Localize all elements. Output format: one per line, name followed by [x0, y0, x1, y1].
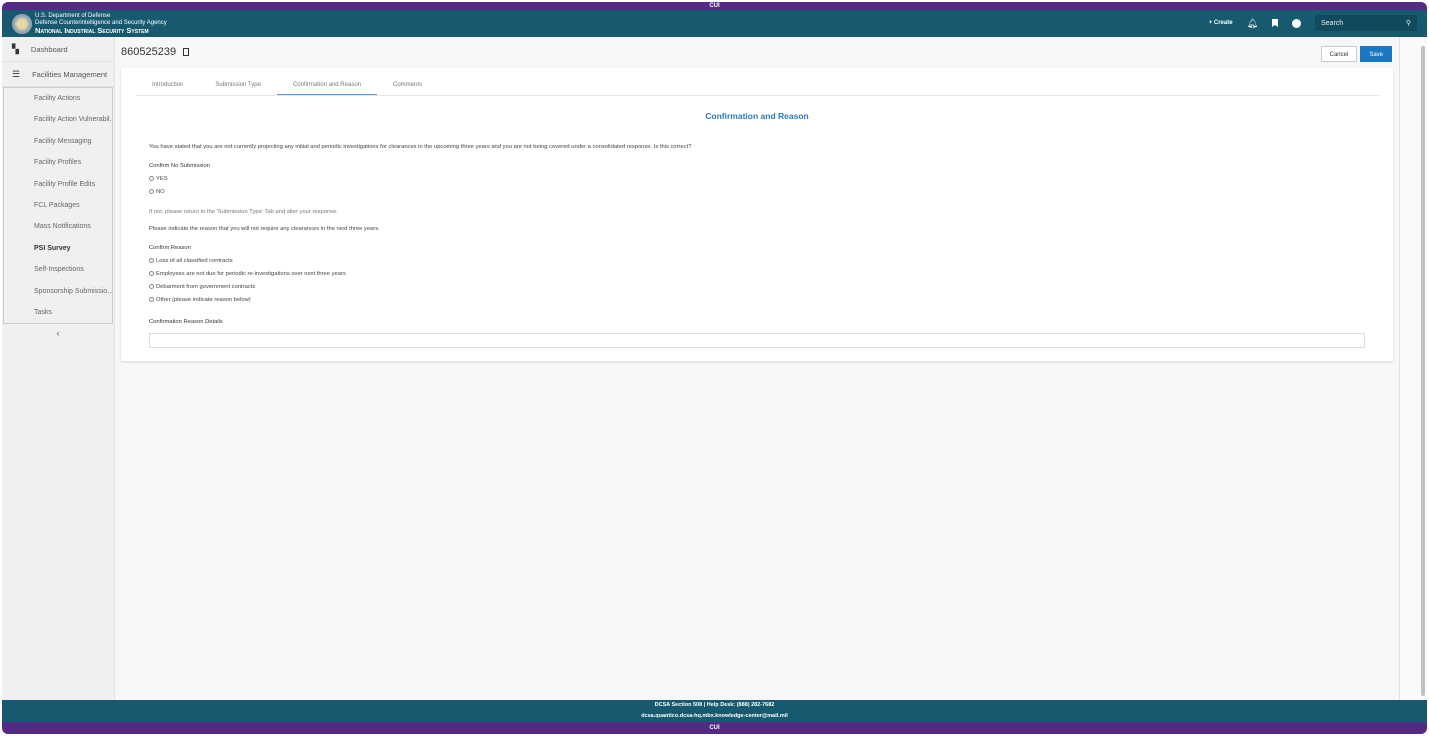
dashboard-icon: ▚ — [12, 43, 19, 54]
radio-circle[interactable] — [149, 271, 154, 276]
cui-banner-bottom: CUI — [2, 722, 1427, 734]
collapse-sidebar-button[interactable]: ‹ — [2, 328, 114, 338]
hint-text: If not, please return to the 'Submission… — [149, 209, 338, 215]
radio-reason-loss[interactable]: Loss of all classified contracts — [149, 258, 233, 264]
bookmark-icon[interactable] — [183, 48, 190, 56]
details-label: Confirmation Reason Details — [149, 319, 223, 325]
record-title: 860525239 — [121, 46, 190, 58]
confirm-label: Confirm No Submission — [149, 163, 210, 169]
radio-reason-debarment[interactable]: Debarment from government contracts — [149, 284, 255, 290]
save-button[interactable]: Save — [1360, 46, 1392, 62]
tab-submission-type[interactable]: Submission Type — [199, 76, 277, 95]
cancel-button[interactable]: Cancel — [1320, 46, 1358, 62]
sidebar-item-dashboard[interactable]: ▚ Dashboard — [2, 37, 114, 62]
sidebar-item-facility-action-vulnerability[interactable]: Facility Action Vulnerabil... — [4, 109, 112, 130]
sidebar-item-facility-profiles[interactable]: Facility Profiles — [4, 152, 112, 173]
sidebar-item-fcl-packages[interactable]: FCL Packages — [4, 195, 112, 216]
search-input[interactable]: Search ⚲ — [1315, 15, 1417, 31]
tab-confirmation-and-reason[interactable]: Confirmation and Reason — [276, 76, 377, 95]
bookmark-icon[interactable] — [1272, 19, 1278, 27]
tab-bar: Introduction Submission Type Confirmatio… — [136, 76, 1379, 96]
sidebar-submenu: Facility Actions Facility Action Vulnera… — [3, 87, 113, 325]
sidebar-label: Facilities Management — [32, 69, 108, 79]
radio-label: Loss of all classified contracts — [156, 258, 233, 264]
radio-circle[interactable] — [149, 258, 154, 263]
sidebar-item-facility-messaging[interactable]: Facility Messaging — [4, 131, 112, 152]
question-text: You have stated that you are not current… — [149, 144, 692, 150]
radio-label: Employees are not due for periodic re-in… — [156, 271, 346, 277]
radio-circle[interactable] — [149, 176, 154, 181]
radio-circle[interactable] — [149, 189, 154, 194]
radio-reason-other[interactable]: Other (please indicate reason below) — [149, 297, 251, 303]
record-id: 860525239 — [121, 46, 177, 58]
tab-introduction[interactable]: Introduction — [136, 76, 199, 95]
indicate-text: Please indicate the reason that you will… — [149, 226, 380, 232]
scrollbar[interactable] — [1399, 37, 1427, 700]
confirmation-reason-details-input[interactable] — [149, 333, 1365, 348]
account-icon[interactable] — [1292, 18, 1301, 28]
bell-icon[interactable]: 🔔︎ — [1247, 18, 1258, 29]
radio-yes[interactable]: YES — [149, 176, 168, 182]
footer-helpdesk[interactable]: DCSA Section 508 | Help Desk: (888) 282-… — [2, 700, 1427, 711]
main-content: 860525239 Cancel Save Introduction Submis… — [115, 37, 1399, 700]
radio-no[interactable]: NO — [149, 189, 165, 195]
radio-label: Debarment from government contracts — [156, 284, 256, 290]
sidebar-item-tasks[interactable]: Tasks — [4, 302, 112, 323]
app-header: U.S. Department of Defense Defense Count… — [2, 10, 1427, 37]
cui-banner-top: CUI — [2, 2, 1427, 10]
radio-reason-employees[interactable]: Employees are not due for periodic re-in… — [149, 271, 346, 277]
sidebar-item-mass-notifications[interactable]: Mass Notifications — [4, 216, 112, 237]
radio-label: Other (please indicate reason below) — [156, 297, 251, 303]
sidebar: ▚ Dashboard ☰ Facilities Management Facili… — [2, 37, 115, 700]
scrollbar-thumb[interactable] — [1421, 46, 1425, 696]
radio-circle[interactable] — [149, 297, 154, 302]
brand-title: National Industrial Security System — [35, 26, 149, 35]
footer: DCSA Section 508 | Help Desk: (888) 282-… — [2, 700, 1427, 722]
sidebar-item-self-inspections[interactable]: Self-Inspections — [4, 259, 112, 280]
sidebar-item-facilities-management[interactable]: ☰ Facilities Management — [2, 62, 114, 87]
sidebar-item-facility-profile-edits[interactable]: Facility Profile Edits — [4, 174, 112, 195]
search-placeholder: Search — [1321, 19, 1344, 27]
tab-comments[interactable]: Comments — [377, 76, 438, 95]
sidebar-item-psi-survey[interactable]: PSI Survey — [4, 238, 112, 259]
dod-seal-logo — [12, 14, 32, 34]
brand[interactable]: U.S. Department of Defense Defense Count… — [35, 13, 167, 34]
footer-email[interactable]: dcsa.quantico.dcsa-hq.mbx.knowledge-cent… — [2, 711, 1427, 722]
sidebar-item-facility-actions[interactable]: Facility Actions — [4, 88, 112, 109]
list-icon: ☰ — [12, 68, 21, 79]
reason-label: Confirm Reason — [149, 245, 191, 251]
sidebar-item-sponsorship-submissions[interactable]: Sponsorship Submissio... — [4, 281, 112, 302]
brand-line1: U.S. Department of Defense — [35, 13, 111, 19]
radio-circle[interactable] — [149, 284, 154, 289]
sidebar-label: Dashboard — [30, 44, 68, 54]
section-title: Confirmation and Reason — [705, 111, 809, 121]
search-icon[interactable]: ⚲ — [1406, 19, 1411, 27]
create-button[interactable]: + Create — [1209, 20, 1233, 26]
radio-label: NO — [156, 189, 165, 195]
form-card: Introduction Submission Type Confirmatio… — [121, 68, 1393, 361]
radio-label: YES — [156, 176, 168, 182]
